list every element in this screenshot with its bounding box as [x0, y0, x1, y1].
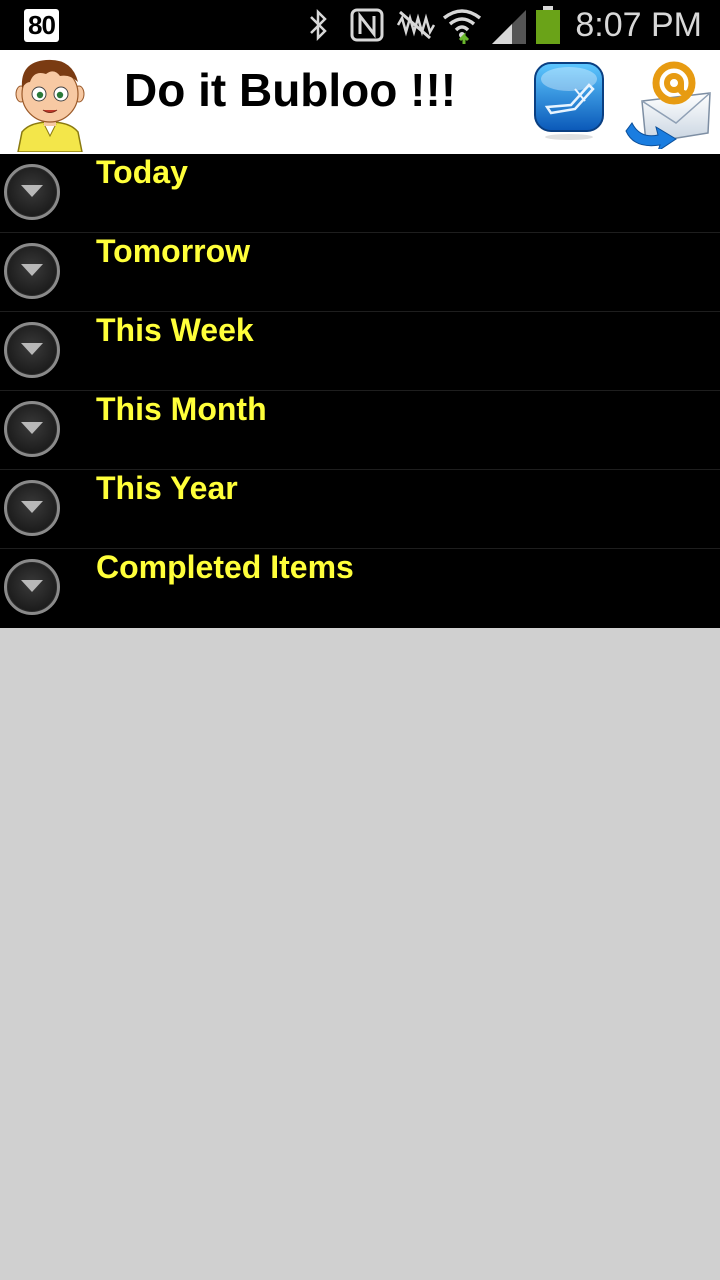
list-item-label: Today: [96, 154, 188, 190]
expand-chevron-icon[interactable]: [4, 480, 60, 536]
bluetooth-icon: [310, 8, 327, 42]
expand-chevron-icon[interactable]: [4, 322, 60, 378]
expand-chevron-icon[interactable]: [4, 559, 60, 615]
list-item-today[interactable]: Today: [0, 154, 720, 233]
list-item-label: This Month: [96, 391, 267, 427]
vibrate-off-icon: [396, 10, 436, 40]
app-header: Do it Bubloo !!!: [0, 50, 720, 154]
notification-badge: 80: [24, 9, 59, 42]
expand-chevron-icon[interactable]: [4, 401, 60, 457]
category-list: Today Tomorrow This Week This Month This…: [0, 154, 720, 628]
list-item-tomorrow[interactable]: Tomorrow: [0, 233, 720, 312]
app-title: Do it Bubloo !!!: [124, 64, 457, 116]
expand-chevron-icon[interactable]: [4, 243, 60, 299]
list-item-label: Tomorrow: [96, 233, 251, 269]
list-item-label: This Week: [96, 312, 254, 348]
boy-avatar-icon: [15, 59, 85, 152]
list-item-this-year[interactable]: This Year: [0, 470, 720, 549]
note-icon[interactable]: [531, 61, 607, 141]
nfc-icon: [350, 8, 384, 42]
expand-chevron-icon[interactable]: [4, 164, 60, 220]
signal-icon: [492, 10, 526, 44]
wifi-icon: [442, 9, 482, 44]
list-item-completed-items[interactable]: Completed Items: [0, 549, 720, 628]
clock: 8:07 PM: [575, 6, 702, 44]
email-icon[interactable]: [624, 53, 716, 149]
list-item-label: Completed Items: [96, 549, 354, 585]
battery-icon: [536, 6, 560, 44]
list-item-this-week[interactable]: This Week: [0, 312, 720, 391]
list-item-this-month[interactable]: This Month: [0, 391, 720, 470]
list-item-label: This Year: [96, 470, 238, 506]
status-bar: 80 8:07 PM: [0, 0, 720, 50]
